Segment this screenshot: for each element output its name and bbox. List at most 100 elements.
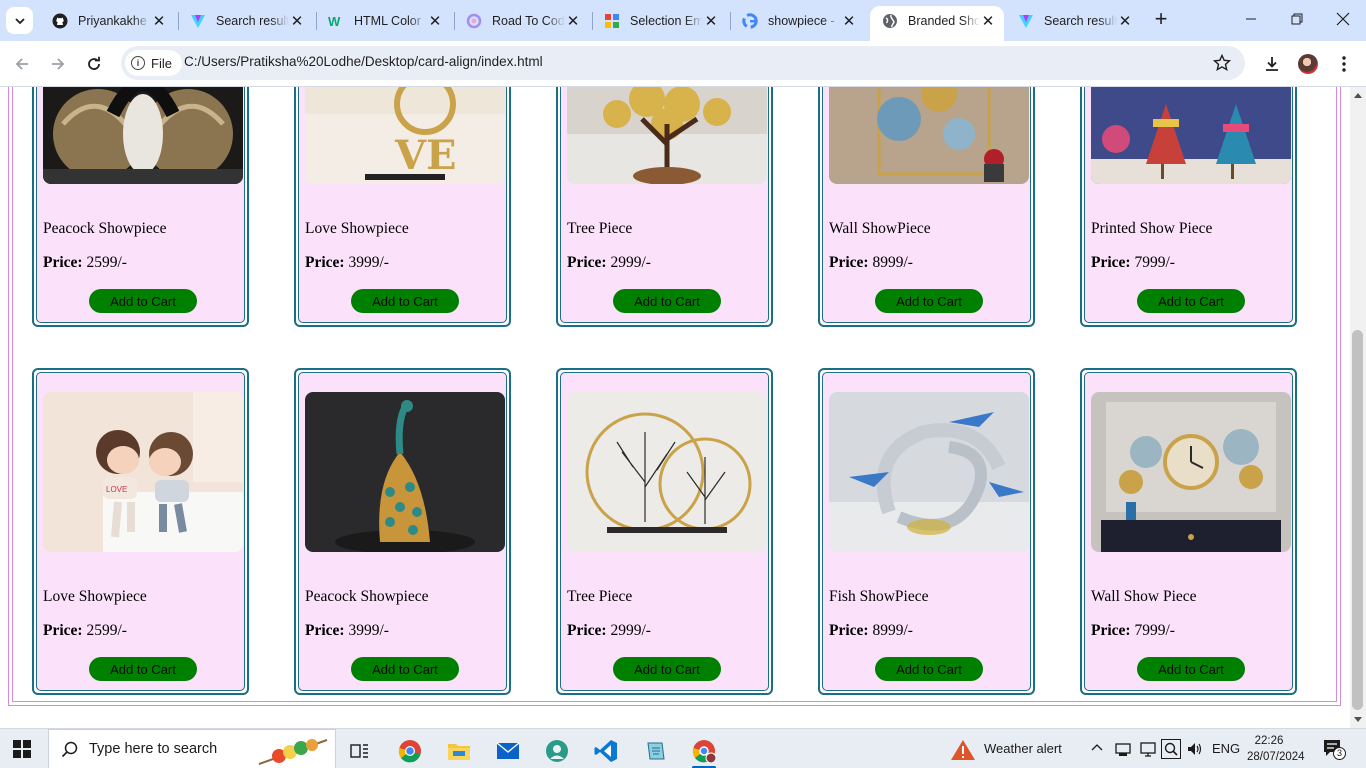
weather-alert-text[interactable]: Weather alert xyxy=(984,741,1062,756)
back-button[interactable] xyxy=(8,50,36,78)
tab-3[interactable]: W HTML Color ✕ xyxy=(316,6,451,35)
tab-8[interactable]: Search result ✕ xyxy=(1006,6,1141,35)
add-to-cart-button[interactable]: Add to Cart xyxy=(613,657,721,681)
scroll-up-arrow-icon[interactable] xyxy=(1354,93,1362,98)
close-tab-icon[interactable]: ✕ xyxy=(841,13,857,30)
vite-icon xyxy=(190,13,206,29)
add-to-cart-button[interactable]: Add to Cart xyxy=(351,289,459,313)
edge-canary-taskbar-button[interactable] xyxy=(537,733,577,768)
notepad-taskbar-button[interactable] xyxy=(635,733,675,768)
windows-start-icon[interactable] xyxy=(13,740,31,758)
product-card: Peacock Showpiece Price: 2599/- Add to C… xyxy=(32,87,249,327)
tab-2[interactable]: Search result ✕ xyxy=(178,6,313,35)
file-explorer-taskbar-button[interactable] xyxy=(439,733,479,768)
site-info-chip[interactable]: i File xyxy=(125,50,182,76)
kebab-menu-icon xyxy=(1342,56,1346,72)
close-tab-icon[interactable]: ✕ xyxy=(427,13,443,30)
add-to-cart-button[interactable]: Add to Cart xyxy=(89,289,197,313)
network-drive-icon[interactable] xyxy=(1114,740,1132,763)
w3-icon: W xyxy=(328,13,344,29)
price-label: Price: xyxy=(305,622,345,639)
product-price: Price: 7999/- xyxy=(1091,254,1175,272)
page-viewport: Peacock Showpiece Price: 2599/- Add to C… xyxy=(0,87,1350,728)
product-price: Price: 2599/- xyxy=(43,254,127,272)
close-tab-icon[interactable]: ✕ xyxy=(289,13,305,30)
product-card: VE Love Showpiece Price: 3999/- Add to C… xyxy=(294,87,511,327)
roadmap-icon xyxy=(466,13,482,29)
close-window-button[interactable] xyxy=(1320,0,1366,38)
language-indicator[interactable]: ENG xyxy=(1212,741,1240,756)
menu-button[interactable] xyxy=(1330,50,1358,78)
close-tab-icon[interactable]: ✕ xyxy=(565,13,581,30)
price-value: 3999/- xyxy=(348,254,389,271)
add-to-cart-button[interactable]: Add to Cart xyxy=(1137,657,1245,681)
close-tab-icon[interactable]: ✕ xyxy=(1117,13,1133,30)
clock-date: 28/07/2024 xyxy=(1247,751,1305,763)
product-name: Peacock Showpiece xyxy=(305,588,429,605)
tab-strip: Priyankakhe ✕ Search result ✕ W HTML Col… xyxy=(0,0,1366,41)
chevron-up-icon[interactable] xyxy=(1090,741,1104,760)
profile-button[interactable] xyxy=(1294,50,1322,78)
close-tab-icon[interactable]: ✕ xyxy=(980,13,996,30)
address-bar[interactable]: i File C:/Users/Pratiksha%20Lodhe/Deskto… xyxy=(121,46,1245,80)
chrome-profile-taskbar-button[interactable] xyxy=(684,733,724,768)
product-card: Wall ShowPiece Price: 8999/- Add to Cart xyxy=(818,87,1035,327)
restore-button[interactable] xyxy=(1274,0,1320,38)
tab-title: Selection Em xyxy=(630,13,703,28)
add-to-cart-button[interactable]: Add to Cart xyxy=(613,289,721,313)
tab-1[interactable]: Priyankakhe ✕ xyxy=(40,6,175,35)
tab-6[interactable]: showpiece - ✕ xyxy=(730,6,865,35)
reload-icon xyxy=(88,56,100,70)
windows-taskbar: Type here to search Weather alert ENG 22… xyxy=(0,728,1366,768)
github-icon xyxy=(52,13,68,29)
tab-7-active[interactable]: Branded Sho ✕ xyxy=(870,6,1004,41)
price-label: Price: xyxy=(829,622,869,639)
new-tab-button[interactable]: + xyxy=(1150,8,1172,31)
weather-alert-icon[interactable] xyxy=(950,739,976,761)
task-view-button[interactable] xyxy=(340,733,380,768)
product-image-glass-dolphins xyxy=(829,392,1029,552)
tab-title: Priyankakhe xyxy=(78,13,147,28)
forward-button[interactable] xyxy=(44,50,72,78)
reload-button[interactable] xyxy=(80,50,108,78)
add-to-cart-button[interactable]: Add to Cart xyxy=(351,657,459,681)
magnifier-icon[interactable] xyxy=(1161,739,1181,759)
bookmark-star-button[interactable] xyxy=(1211,52,1233,74)
vscode-taskbar-button[interactable] xyxy=(586,733,626,768)
scroll-down-arrow-icon[interactable] xyxy=(1354,717,1362,722)
product-name: Wall ShowPiece xyxy=(829,220,931,237)
minimize-button[interactable] xyxy=(1228,0,1274,38)
price-label: Price: xyxy=(305,254,345,271)
notifications-button[interactable]: 3 xyxy=(1322,738,1346,760)
tab-search-button[interactable] xyxy=(6,7,33,34)
add-to-cart-button[interactable]: Add to Cart xyxy=(875,289,983,313)
close-tab-icon[interactable]: ✕ xyxy=(703,13,719,30)
display-icon[interactable] xyxy=(1139,740,1157,763)
add-to-cart-button[interactable]: Add to Cart xyxy=(89,657,197,681)
avatar xyxy=(1298,54,1318,74)
scrollbar-thumb[interactable] xyxy=(1352,330,1363,710)
downloads-button[interactable] xyxy=(1258,50,1286,78)
price-value: 8999/- xyxy=(872,254,913,271)
svg-text:VE: VE xyxy=(394,132,457,179)
chrome-taskbar-button[interactable] xyxy=(390,733,430,768)
product-name: Love Showpiece xyxy=(43,588,147,605)
product-price: Price: 2999/- xyxy=(567,254,651,272)
tab-4[interactable]: Road To Cod ✕ xyxy=(454,6,589,35)
volume-icon[interactable] xyxy=(1186,740,1204,763)
tab-title: Branded Sho xyxy=(908,13,980,28)
mail-taskbar-button[interactable] xyxy=(488,733,528,768)
price-value: 2999/- xyxy=(610,622,651,639)
price-value: 7999/- xyxy=(1134,622,1175,639)
taskbar-search-box[interactable]: Type here to search xyxy=(48,729,336,768)
tab-5[interactable]: Selection Em ✕ xyxy=(592,6,727,35)
close-tab-icon[interactable]: ✕ xyxy=(151,13,167,30)
clock[interactable]: 22:26 28/07/2024 xyxy=(1247,733,1305,765)
vertical-scrollbar[interactable] xyxy=(1350,87,1366,728)
product-name: Love Showpiece xyxy=(305,220,409,237)
url-text[interactable]: C:/Users/Pratiksha%20Lodhe/Desktop/card-… xyxy=(184,54,543,69)
google-icon xyxy=(742,12,758,29)
add-to-cart-button[interactable]: Add to Cart xyxy=(1137,289,1245,313)
tab-title: Search result xyxy=(216,13,289,28)
add-to-cart-button[interactable]: Add to Cart xyxy=(875,657,983,681)
